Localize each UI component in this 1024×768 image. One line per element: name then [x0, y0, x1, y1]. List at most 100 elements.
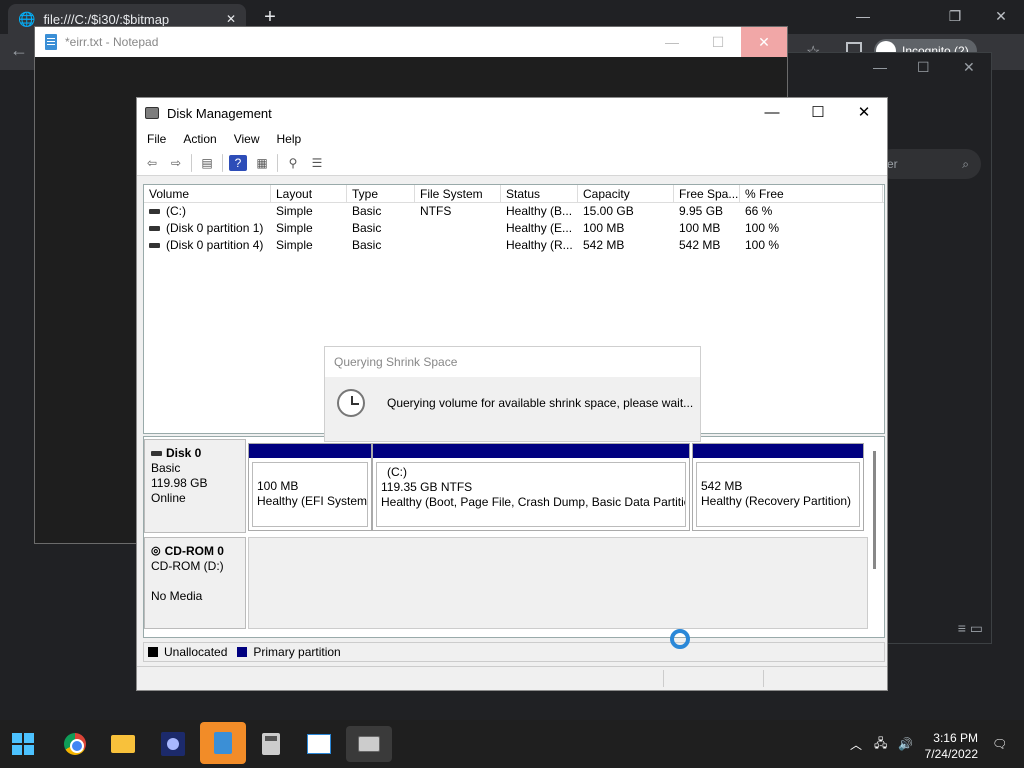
drive-icon — [149, 226, 160, 231]
volume-name: (C:) — [166, 204, 186, 218]
volume-free: 9.95 GB — [679, 204, 724, 218]
taskbar-disk-management[interactable] — [346, 726, 392, 762]
notepad-close-button[interactable]: ✕ — [741, 27, 787, 57]
dialog-title[interactable]: Querying Shrink Space — [325, 347, 700, 377]
unallocated-swatch — [148, 647, 158, 657]
network-icon[interactable]: 🖧 — [874, 720, 887, 768]
disk-management-title: Disk Management — [167, 105, 272, 121]
notepad-titlebar[interactable]: *eirr.txt - Notepad — ☐ ✕ — [35, 27, 787, 57]
dm-minimize-icon[interactable]: — — [749, 98, 795, 128]
vertical-scrollbar[interactable] — [873, 451, 876, 569]
disk-icon — [151, 451, 162, 456]
chrome-minimize-button[interactable]: — — [840, 4, 886, 28]
table-row[interactable]: (Disk 0 partition 1) Simple Basic Health… — [144, 220, 884, 237]
col-layout[interactable]: Layout — [271, 185, 347, 202]
volume-layout: Simple — [276, 221, 313, 235]
taskbar-clock[interactable]: 3:16 PM 7/24/2022 — [925, 730, 978, 762]
close-tab-icon[interactable]: ✕ — [226, 12, 236, 26]
chrome-icon — [64, 733, 86, 755]
col-volume[interactable]: Volume — [144, 185, 271, 202]
dm-maximize-icon[interactable]: ☐ — [795, 98, 841, 128]
volume-status: Healthy (R... — [506, 238, 573, 252]
forward-icon[interactable]: ⇨ — [167, 155, 185, 171]
settings-list-icon[interactable]: ☰ — [308, 155, 326, 171]
taskbar-chrome[interactable] — [56, 726, 94, 762]
menu-help[interactable]: Help — [277, 132, 302, 146]
cdrom-name: CD-ROM 0 — [164, 544, 224, 558]
status-bar — [137, 666, 887, 690]
col-type[interactable]: Type — [347, 185, 415, 202]
dm-toolbar: ⇦ ⇨ ▤ ? ▦ ⚲ ☰ — [137, 150, 887, 176]
partition-status: Healthy (EFI System P — [257, 494, 368, 508]
busy-spinner-icon — [670, 629, 690, 649]
col-percent-free[interactable]: % Free — [740, 185, 883, 202]
col-file-system[interactable]: File System — [415, 185, 501, 202]
col-status[interactable]: Status — [501, 185, 578, 202]
disk0-label[interactable]: Disk 0 Basic 119.98 GB Online — [144, 439, 246, 533]
tray-chevron-icon[interactable]: ︿ — [850, 720, 862, 768]
clock-icon — [337, 389, 365, 417]
volume-fs: NTFS — [420, 204, 452, 218]
help-icon[interactable]: ? — [229, 154, 247, 171]
chrome-restore-button[interactable]: ❐ — [932, 4, 978, 28]
notepad-minimize-icon[interactable]: — — [649, 27, 695, 57]
search-icon[interactable]: ⌕ — [962, 149, 969, 179]
window-icon[interactable]: ▭ — [970, 620, 983, 636]
cdrom-media: No Media — [151, 589, 203, 603]
back-icon[interactable]: ⇦ — [143, 155, 161, 171]
cdrom-label[interactable]: ◎ CD-ROM 0 CD-ROM (D:) No Media — [144, 537, 246, 629]
inc-minimize-icon[interactable]: — — [873, 59, 887, 75]
partition-status: Healthy (Recovery Partition) — [701, 494, 852, 508]
volume-icon[interactable]: 🔊 — [898, 720, 913, 768]
partition-recovery[interactable]: 542 MB Healthy (Recovery Partition) — [692, 443, 864, 531]
start-button[interactable] — [4, 726, 42, 762]
volume-fs — [415, 220, 501, 237]
inc-bottom-icons: ≡ ▭ — [958, 620, 983, 637]
taskbar-calculator[interactable] — [252, 726, 290, 762]
dm-close-icon[interactable]: ✕ — [841, 98, 887, 128]
partition-size: 100 MB — [257, 479, 299, 493]
shrink-query-dialog: Querying Shrink Space Querying volume fo… — [324, 346, 701, 442]
partition-c[interactable]: (C:) 119.35 GB NTFS Healthy (Boot, Page … — [372, 443, 690, 531]
partition-bar — [693, 444, 863, 458]
cdrom-drive: CD-ROM (D:) — [151, 559, 224, 573]
legend-unallocated: Unallocated — [164, 645, 228, 659]
dialog-message: Querying volume for available shrink spa… — [387, 396, 694, 410]
disk-management-icon — [145, 107, 159, 119]
legend: Unallocated Primary partition — [143, 642, 885, 662]
show-hide-console-tree-icon[interactable]: ▤ — [198, 155, 216, 171]
menu-lines-icon[interactable]: ≡ — [958, 620, 966, 636]
chrome-close-button[interactable]: ✕ — [978, 4, 1024, 28]
table-row[interactable]: (Disk 0 partition 4) Simple Basic Health… — [144, 237, 884, 254]
taskbar-galaxy[interactable] — [154, 726, 192, 762]
menu-view[interactable]: View — [234, 132, 260, 146]
menu-file[interactable]: File — [147, 132, 166, 146]
col-capacity[interactable]: Capacity — [578, 185, 674, 202]
partition-size: 542 MB — [701, 479, 743, 493]
partition-efi[interactable]: 100 MB Healthy (EFI System P — [248, 443, 372, 531]
rescan-disks-icon[interactable]: ⚲ — [284, 155, 302, 171]
back-arrow-icon[interactable]: ← — [10, 40, 28, 61]
disk-management-titlebar[interactable]: Disk Management — ☐ ✕ — [137, 98, 887, 128]
status-segment — [663, 670, 664, 687]
disk-graphical-view: Disk 0 Basic 119.98 GB Online 100 MB Hea… — [143, 436, 885, 638]
search-placeholder: er — [887, 157, 898, 171]
notification-icon[interactable]: 🗨 — [992, 720, 1007, 768]
taskbar-file-explorer[interactable] — [104, 726, 142, 762]
incognito-search-box[interactable]: er ⌕ — [877, 149, 981, 179]
menu-action[interactable]: Action — [183, 132, 216, 146]
notepad-icon — [45, 34, 57, 50]
chrome-tab-title: file:///C:/$i30/:$bitmap — [43, 11, 170, 27]
cdrom-icon: ◎ — [151, 545, 161, 557]
properties-icon[interactable]: ▦ — [253, 155, 271, 171]
notepad-maximize-icon[interactable]: ☐ — [695, 27, 741, 57]
inc-restore-icon[interactable]: ☐ — [917, 59, 930, 76]
taskbar-notepad[interactable] — [200, 722, 246, 764]
disk0-size: 119.98 GB — [151, 476, 208, 490]
partition-size: 119.35 GB NTFS — [381, 480, 473, 494]
col-free-space[interactable]: Free Spa... — [674, 185, 740, 202]
inc-close-icon[interactable]: ✕ — [963, 59, 975, 76]
start-icon — [12, 733, 34, 755]
taskbar-performance-monitor[interactable] — [300, 726, 338, 762]
table-row[interactable]: (C:) Simple Basic NTFS Healthy (B... 15.… — [144, 203, 884, 220]
